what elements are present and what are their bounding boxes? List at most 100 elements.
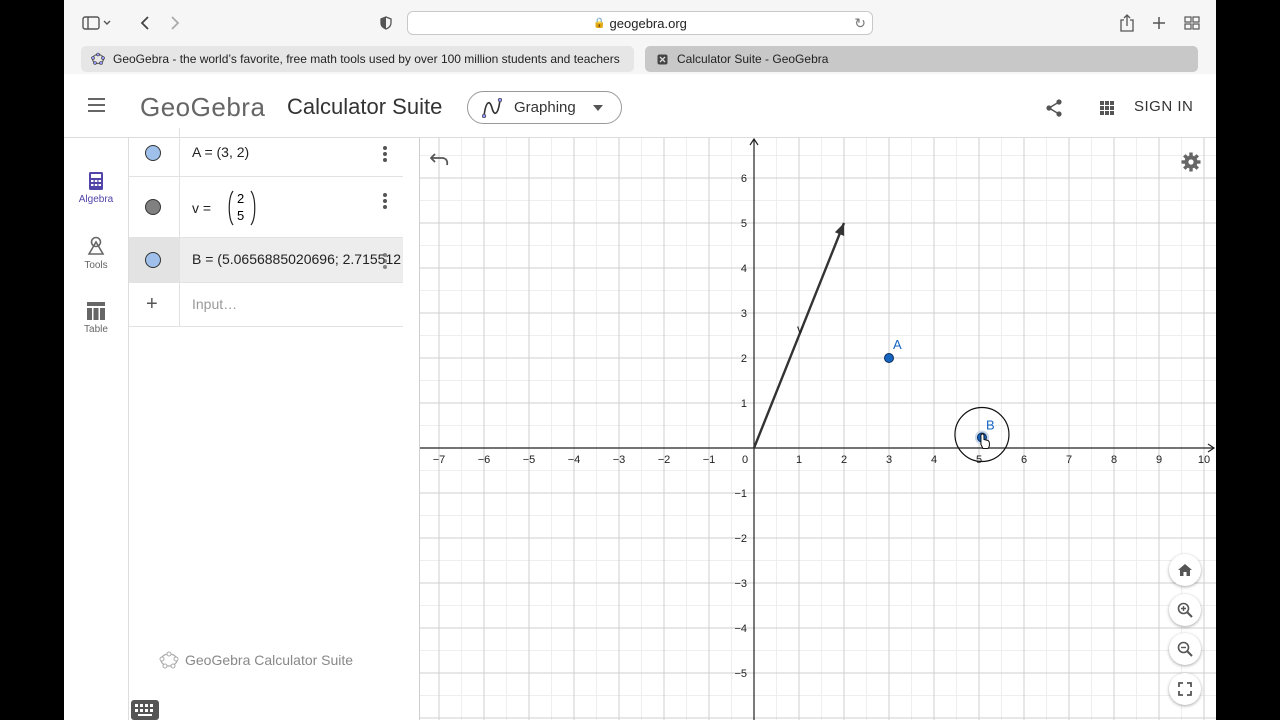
geogebra-favicon-icon	[91, 52, 105, 66]
x-tick-label: 3	[886, 454, 892, 466]
rail-label: Table	[84, 324, 108, 335]
more-vert-icon[interactable]	[383, 146, 387, 164]
vector-bottom: 5	[237, 208, 245, 223]
point-a[interactable]	[884, 353, 894, 363]
x-tick-label: −4	[568, 454, 581, 466]
algebra-expression[interactable]: B = (5.0656885020696; 2.715512	[192, 251, 402, 267]
y-tick-label: 2	[741, 353, 747, 365]
x-tick-label: 8	[1111, 454, 1117, 466]
close-tab-icon[interactable]	[655, 52, 669, 66]
tab-calculator-suite[interactable]: Calculator Suite - GeoGebra	[645, 46, 1198, 72]
view-rail: Algebra Tools Table	[64, 138, 128, 720]
table-icon	[87, 302, 105, 320]
point-b-label: B	[986, 418, 995, 433]
graphics-view[interactable]: −7 −6 −5 −4 −3 −2 −1 0 1 2 3 4 5 6 7 8 9 10 −5 −4 −3 −2 −1 1 2 3 4…	[420, 138, 1216, 720]
geogebra-logo-icon	[159, 651, 179, 669]
app-switcher-label: Graphing	[514, 99, 576, 116]
algebra-input[interactable]: Input…	[192, 296, 237, 312]
reload-icon[interactable]: ↻	[854, 15, 866, 32]
x-tick-label: 7	[1066, 454, 1072, 466]
back-icon[interactable]	[138, 12, 152, 34]
y-tick-label: −1	[734, 488, 747, 500]
undo-icon[interactable]	[429, 152, 450, 171]
geogebra-logo[interactable]: GeoGebra	[140, 92, 265, 123]
y-tick-label: −5	[734, 668, 747, 680]
x-tick-label: −5	[523, 454, 536, 466]
y-tick-label: −2	[734, 533, 747, 545]
tab-geogebra-home[interactable]: GeoGebra - the world’s favorite, free ma…	[81, 46, 634, 72]
home-icon	[1178, 564, 1192, 576]
visibility-marble[interactable]	[145, 145, 161, 161]
calculator-icon	[89, 172, 103, 190]
marble-cell	[129, 177, 180, 237]
marble-cell	[129, 128, 180, 176]
rail-item-algebra[interactable]: Algebra	[64, 172, 128, 205]
y-tick-label: 3	[741, 308, 747, 320]
suite-watermark: GeoGebra Calculator Suite	[159, 651, 353, 669]
algebra-row-v[interactable]: v = 2 5	[129, 177, 403, 238]
fullscreen-icon	[1178, 682, 1192, 696]
sidebar-toggle-icon[interactable]	[82, 12, 112, 34]
more-vert-icon[interactable]	[383, 253, 387, 271]
settings-gear-icon[interactable]	[1181, 152, 1201, 177]
x-tick-label: −3	[613, 454, 626, 466]
add-icon[interactable]: +	[146, 293, 158, 316]
x-tick-label: −7	[433, 454, 446, 466]
x-tick-label: 9	[1156, 454, 1162, 466]
y-tick-label: 5	[741, 218, 747, 230]
app-switcher-dropdown[interactable]: Graphing	[467, 91, 622, 124]
shield-icon[interactable]	[378, 12, 394, 34]
rail-item-tools[interactable]: Tools	[64, 236, 128, 271]
x-tick-label: −1	[703, 454, 716, 466]
home-button[interactable]	[1169, 554, 1201, 586]
algebra-row-b[interactable]: B = (5.0656885020696; 2.715512	[129, 238, 403, 283]
page-title: Calculator Suite	[287, 94, 443, 119]
fullscreen-button[interactable]	[1169, 673, 1201, 705]
visibility-marble[interactable]	[145, 252, 161, 268]
zoom-out-icon	[1177, 641, 1193, 657]
algebra-view: A = (3, 2) v = 2 5 B = (5.0656885020696;…	[128, 128, 476, 720]
chevron-down-icon	[593, 105, 603, 111]
x-tick-label: 5	[976, 454, 982, 466]
browser-toolbar: 🔒 geogebra.org ↻	[64, 0, 1216, 46]
vector-column[interactable]: 2 5	[227, 190, 257, 226]
x-tick-label: 10	[1198, 454, 1210, 466]
share-page-icon[interactable]	[1120, 12, 1134, 34]
y-tick-label: 1	[741, 398, 747, 410]
point-a-label: A	[893, 337, 902, 352]
graph-canvas[interactable]: −7 −6 −5 −4 −3 −2 −1 0 1 2 3 4 5 6 7 8 9 10 −5 −4 −3 −2 −1 1 2 3 4…	[420, 138, 1216, 720]
new-tab-icon[interactable]	[1152, 12, 1166, 34]
x-tick-label: −6	[478, 454, 491, 466]
forward-icon[interactable]	[168, 12, 182, 34]
y-tick-label: 4	[741, 263, 747, 275]
y-tick-label: −4	[734, 623, 747, 635]
share-icon[interactable]	[1044, 98, 1064, 123]
algebra-row-a[interactable]: A = (3, 2)	[129, 128, 403, 177]
algebra-input-row[interactable]: + Input…	[129, 283, 403, 327]
zoom-in-icon	[1177, 602, 1193, 618]
tab-title: Calculator Suite - GeoGebra	[677, 52, 829, 66]
graphing-icon	[482, 97, 502, 118]
algebra-expression[interactable]: A = (3, 2)	[192, 144, 249, 160]
marble-cell: +	[129, 283, 180, 326]
tab-overview-icon[interactable]	[1184, 12, 1200, 34]
keyboard-icon[interactable]	[131, 700, 159, 720]
zoom-in-button[interactable]	[1169, 594, 1201, 626]
x-tick-label: 2	[841, 454, 847, 466]
vector-v-arrowhead[interactable]	[834, 223, 845, 236]
tab-title: GeoGebra - the world’s favorite, free ma…	[113, 52, 620, 66]
zoom-out-button[interactable]	[1169, 633, 1201, 665]
watermark-text: GeoGebra Calculator Suite	[185, 652, 354, 668]
browser-window: 🔒 geogebra.org ↻ GeoGebra - the world’s …	[64, 0, 1216, 720]
rail-label: Tools	[84, 260, 108, 271]
x-tick-label: 0	[742, 454, 748, 466]
hamburger-menu-icon[interactable]	[88, 98, 105, 112]
address-bar[interactable]: 🔒 geogebra.org ↻	[407, 11, 873, 35]
more-vert-icon[interactable]	[383, 193, 387, 211]
vector-lhs[interactable]: v =	[192, 200, 211, 216]
apps-grid-icon[interactable]	[1100, 101, 1114, 115]
rail-item-table[interactable]: Table	[64, 302, 128, 335]
visibility-marble[interactable]	[145, 199, 161, 215]
rail-label: Algebra	[78, 194, 114, 205]
sign-in-button[interactable]: SIGN IN	[1134, 98, 1193, 115]
